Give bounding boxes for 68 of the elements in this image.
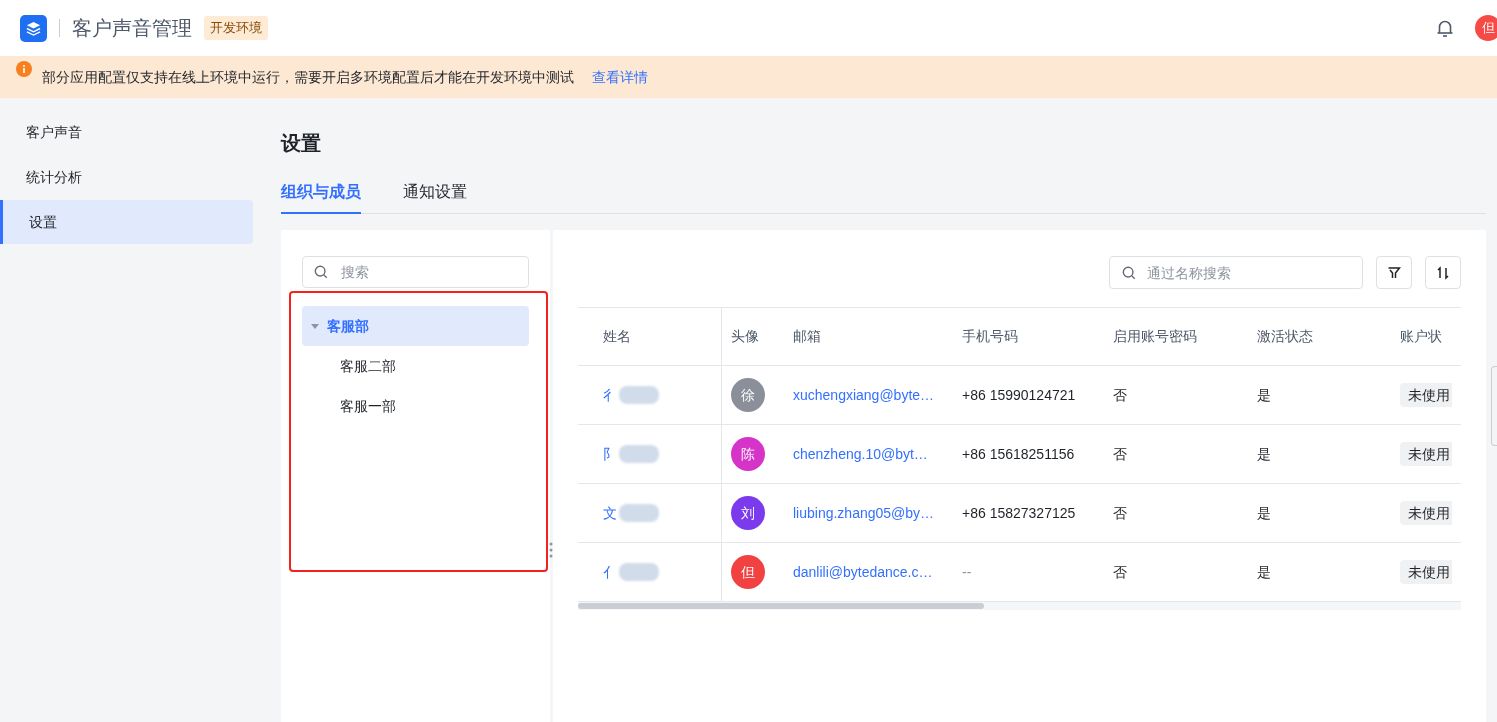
- table-cell-text: 否: [1113, 503, 1127, 523]
- sidebar-item[interactable]: 设置: [0, 200, 253, 244]
- status-tag: 未使用: [1400, 442, 1452, 466]
- table-cell-text: 是: [1257, 562, 1271, 582]
- tree-item[interactable]: 客服二部: [302, 346, 529, 386]
- search-icon: [314, 265, 328, 279]
- redaction-blur: [619, 563, 659, 581]
- column-header: 姓名: [603, 327, 631, 346]
- tree-item[interactable]: 客服一部: [302, 386, 529, 426]
- view-details-link[interactable]: 查看详情: [592, 66, 648, 88]
- member-name-link[interactable]: 亻: [603, 561, 617, 583]
- member-avatar: 徐: [731, 378, 765, 412]
- redaction-blur: [619, 445, 659, 463]
- column-header: 手机号码: [962, 327, 1018, 346]
- status-tag: 未使用: [1400, 501, 1452, 525]
- table-cell-text: 是: [1257, 385, 1271, 405]
- email-link[interactable]: xuchengxiang@byte…: [793, 384, 935, 406]
- sort-icon: [1436, 265, 1450, 280]
- status-tag: 未使用: [1400, 383, 1452, 407]
- member-avatar: 刘: [731, 496, 765, 530]
- app-title: 客户声音管理: [72, 16, 192, 41]
- resize-handle-icon[interactable]: [549, 541, 553, 559]
- column-header: 头像: [731, 327, 759, 346]
- tree-item[interactable]: 客服部: [302, 306, 529, 346]
- app-logo-icon: [20, 14, 47, 42]
- email-link[interactable]: chenzheng.10@byt…: [793, 443, 928, 465]
- tree-search-field[interactable]: 搜索: [302, 256, 529, 288]
- member-name-link[interactable]: 文: [603, 502, 617, 524]
- side-handle[interactable]: [1491, 366, 1497, 446]
- table-cell-text: --: [962, 562, 972, 582]
- column-header: 激活状态: [1257, 327, 1313, 346]
- column-header: 邮箱: [793, 327, 821, 346]
- sort-button[interactable]: [1425, 256, 1461, 289]
- column-header: 账户状: [1400, 327, 1442, 346]
- table-cell-text: 否: [1113, 444, 1127, 464]
- member-avatar: 但: [731, 555, 765, 589]
- status-tag: 未使用: [1400, 560, 1452, 584]
- info-icon: [16, 61, 32, 77]
- sidebar-item[interactable]: 客户声音: [0, 110, 253, 154]
- redaction-blur: [619, 504, 659, 522]
- environment-badge: 开发环境: [204, 16, 268, 40]
- table-cell-text: +86 15827327125: [962, 503, 1076, 523]
- table-cell-text: +86 15618251156: [962, 444, 1075, 464]
- member-name-link[interactable]: 彳: [603, 384, 617, 406]
- banner-message: 部分应用配置仅支持在线上环境中运行，需要开启多环境配置后才能在开发环境中测试: [42, 67, 574, 87]
- table-cell-text: 是: [1257, 444, 1271, 464]
- tab[interactable]: 通知设置: [403, 176, 467, 214]
- table-cell-text: +86 15990124721: [962, 385, 1076, 405]
- member-search-field[interactable]: 通过名称搜索: [1109, 256, 1363, 289]
- table-cell-text: 否: [1113, 562, 1127, 582]
- filter-icon: [1387, 265, 1401, 280]
- column-header: 启用账号密码: [1113, 327, 1197, 346]
- search-icon: [1122, 266, 1136, 280]
- scrollbar[interactable]: [578, 603, 984, 609]
- member-name-link[interactable]: 阝: [603, 443, 617, 465]
- sidebar-item[interactable]: 统计分析: [0, 155, 253, 199]
- email-link[interactable]: danlili@bytedance.c…: [793, 561, 933, 583]
- filter-button[interactable]: [1376, 256, 1412, 289]
- member-avatar: 陈: [731, 437, 765, 471]
- email-link[interactable]: liubing.zhang05@by…: [793, 502, 935, 524]
- table-cell-text: 否: [1113, 385, 1127, 405]
- caret-icon[interactable]: [310, 321, 320, 331]
- user-avatar[interactable]: 但: [1475, 15, 1497, 41]
- page-title: 设置: [281, 131, 322, 156]
- tab[interactable]: 组织与成员: [281, 176, 361, 214]
- redaction-blur: [619, 386, 659, 404]
- notification-bell-icon[interactable]: [1435, 18, 1455, 38]
- table-cell-text: 是: [1257, 503, 1271, 523]
